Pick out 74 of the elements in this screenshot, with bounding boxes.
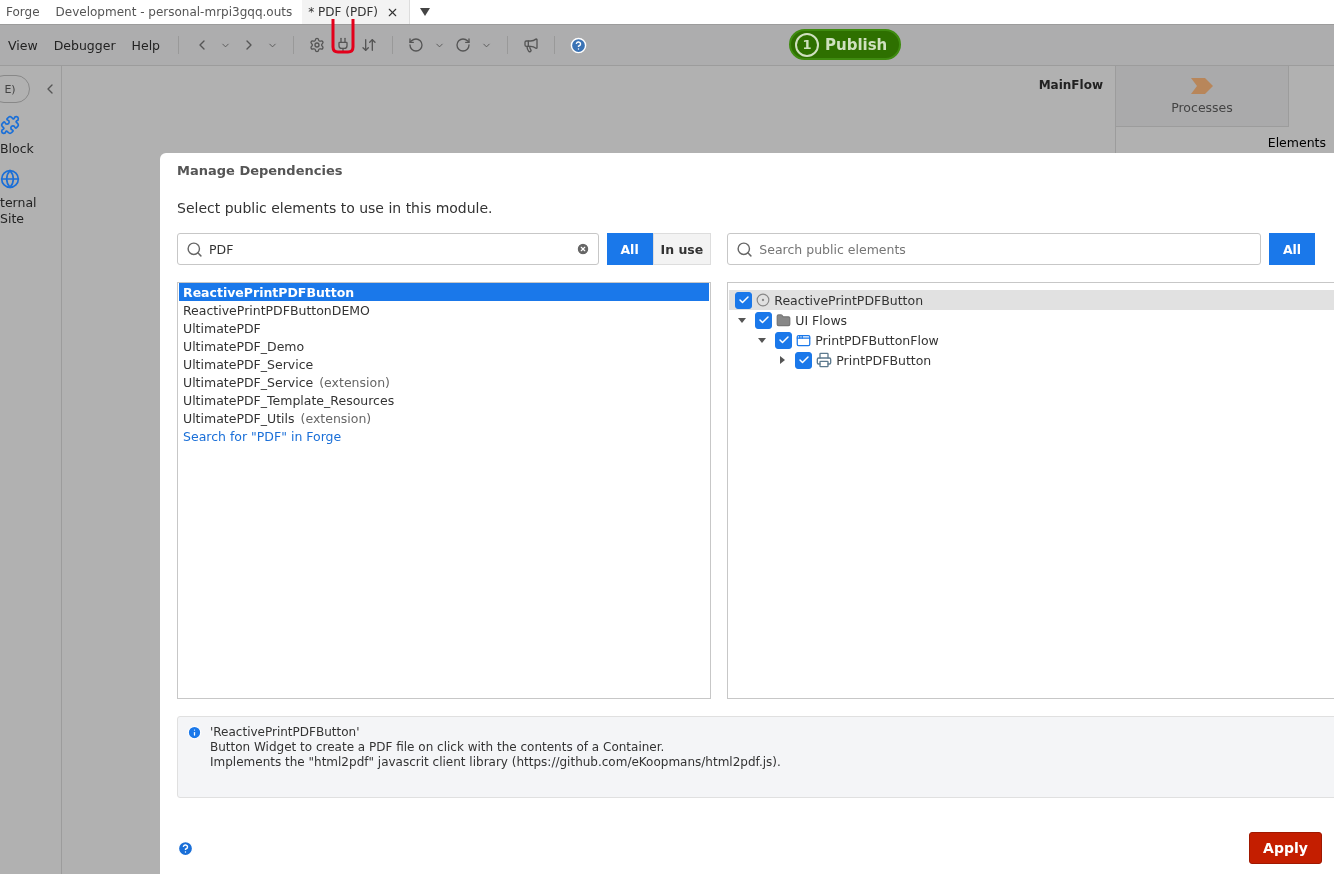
module-item[interactable]: UltimatePDF_Service xyxy=(179,355,710,373)
module-item[interactable]: UltimatePDF xyxy=(179,319,710,337)
help-icon[interactable] xyxy=(570,36,588,54)
check-icon xyxy=(797,354,810,366)
undo-icon[interactable] xyxy=(408,37,425,53)
arrows-icon[interactable] xyxy=(361,37,378,53)
check-icon xyxy=(737,294,750,306)
section-title: Elements xyxy=(1266,135,1327,150)
module-item[interactable]: ReactivePrintPDFButton xyxy=(179,283,710,301)
menu-item[interactable]: View xyxy=(0,37,46,53)
sidebar-label[interactable]: Block xyxy=(0,141,40,157)
folder-icon xyxy=(776,312,792,328)
tab-label: * PDF (PDF) xyxy=(308,5,378,19)
module-name: UltimatePDF_Utils xyxy=(183,410,295,426)
search-icon xyxy=(736,240,754,258)
tree-row[interactable]: PrintPDFButton xyxy=(729,350,1334,370)
search-field[interactable]: PDF xyxy=(177,233,599,265)
tree-label: UI Flows xyxy=(795,312,848,328)
checkbox[interactable] xyxy=(795,351,813,369)
checkbox[interactable] xyxy=(755,311,773,329)
filter-tab[interactable]: In use xyxy=(652,233,712,265)
tree-label: PrintPDFButton xyxy=(836,352,932,368)
module-name: UltimatePDF_Service xyxy=(183,374,314,390)
tab[interactable]: * PDF (PDF) xyxy=(302,0,410,24)
check-icon xyxy=(777,334,790,346)
dialog-title: Manage Dependencies xyxy=(177,163,344,178)
tab-label: Development - personal-mrpi3gqq.outs xyxy=(55,5,293,19)
search-forge-link[interactable]: Search for "PDF" in Forge xyxy=(179,427,710,445)
redo-icon[interactable] xyxy=(455,37,472,53)
module-item[interactable]: UltimatePDF_Service (extension) xyxy=(179,373,710,391)
megaphone-icon[interactable] xyxy=(523,37,540,53)
tree-label: PrintPDFButtonFlow xyxy=(815,332,939,348)
menu-item[interactable]: Debugger xyxy=(45,37,124,53)
apply-button[interactable]: Apply xyxy=(1249,832,1322,864)
count-badge: 1 xyxy=(795,32,819,57)
module-icon xyxy=(756,293,771,307)
menu-item[interactable]: Help xyxy=(123,37,169,53)
tree-row[interactable]: ReactivePrintPDFButton xyxy=(729,290,1334,310)
window-icon xyxy=(796,332,812,348)
tree-row[interactable]: PrintPDFButtonFlow xyxy=(729,330,1334,350)
globe-icon[interactable] xyxy=(0,169,20,189)
module-item[interactable]: UltimatePDF_Template_Resources xyxy=(179,391,710,409)
filter-tab[interactable]: All xyxy=(606,233,653,265)
settings-icon[interactable] xyxy=(309,37,326,53)
publish-button[interactable]: 1 Publish xyxy=(789,29,902,60)
search-field[interactable]: Search public elements xyxy=(727,233,1261,265)
tab-label: Forge xyxy=(6,5,40,19)
check-icon xyxy=(757,314,770,326)
tree-row[interactable]: UI Flows xyxy=(729,310,1334,330)
help-icon[interactable] xyxy=(177,839,194,857)
info-text: Button Widget to create a PDF file on click with the contents of a Container. xyxy=(210,740,666,755)
info-text: Implements the "html2pdf" javascrit client library (https://github.com/eKoopmans/html2pdf.js). xyxy=(210,755,781,770)
dropdown-icon[interactable] xyxy=(419,8,430,16)
puzzle-icon[interactable] xyxy=(0,115,20,135)
filter-tab[interactable]: All xyxy=(1269,233,1315,265)
search-icon xyxy=(186,240,203,258)
processes-tile[interactable]: Processes xyxy=(1116,66,1289,127)
clear-icon[interactable] xyxy=(575,242,590,256)
tree-label: ReactivePrintPDFButton xyxy=(774,292,924,308)
checkbox[interactable] xyxy=(735,291,753,309)
printer-icon xyxy=(816,352,833,368)
module-item[interactable]: ReactivePrintPDFButtonDEMO xyxy=(179,301,710,319)
flow-title: MainFlow xyxy=(1038,78,1103,94)
module-note: (extension) xyxy=(300,410,372,426)
module-item[interactable]: UltimatePDF_Demo xyxy=(179,337,710,355)
info-icon xyxy=(187,725,202,740)
module-note: (extension) xyxy=(319,374,390,390)
info-text: 'ReactivePrintPDFButton' xyxy=(210,725,361,740)
sidebar-label[interactable]: ternal Site xyxy=(0,195,40,227)
highlight-mark xyxy=(330,17,357,55)
instruction-text: Select public elements to use in this module. xyxy=(177,200,494,216)
module-item[interactable]: UltimatePDF_Utils (extension) xyxy=(179,409,710,427)
chevron-icon xyxy=(1191,77,1213,94)
checkbox[interactable] xyxy=(775,331,793,349)
